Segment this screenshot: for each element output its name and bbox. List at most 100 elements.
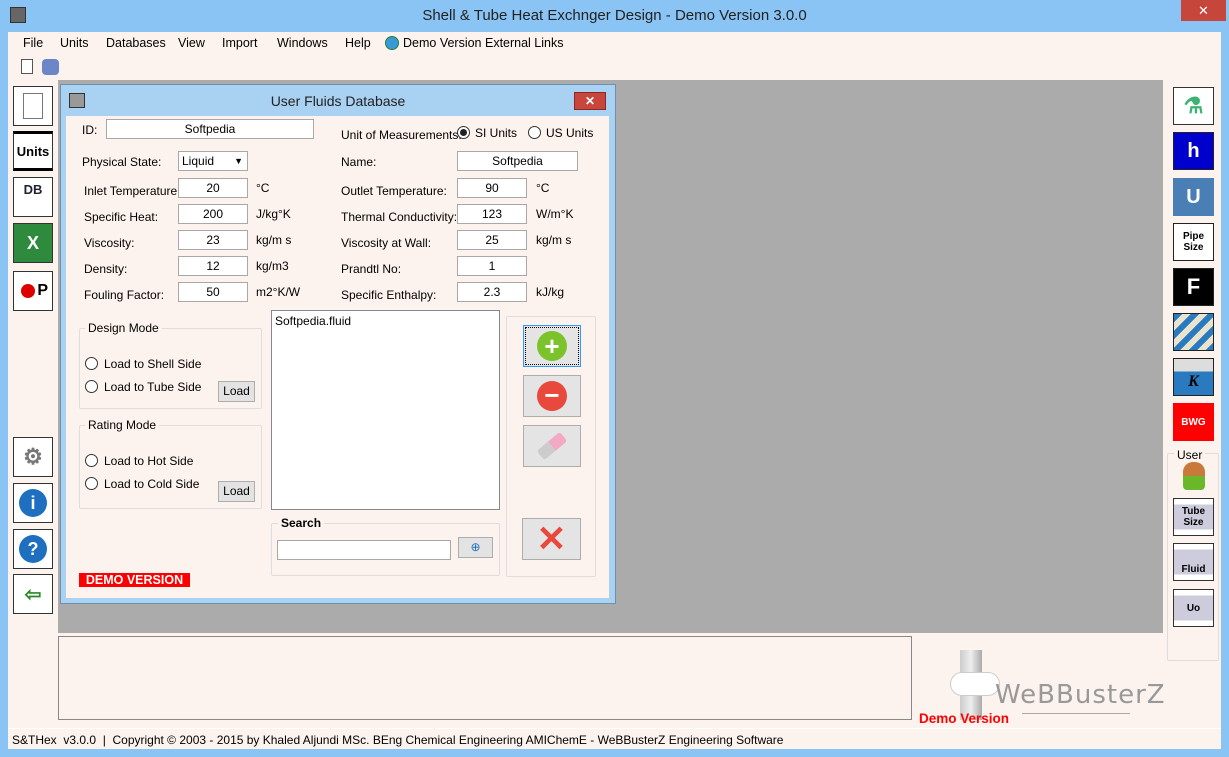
tube-side-label: Load to Tube Side xyxy=(104,380,202,394)
field-label: Thermal Conductivity: xyxy=(341,210,458,224)
zoom-search-icon: ⊕ xyxy=(470,540,481,554)
field-label: Fouling Factor: xyxy=(84,288,165,302)
field-unit: kJ/kg xyxy=(536,285,565,299)
help-db-icon[interactable] xyxy=(42,59,59,75)
info-icon: i xyxy=(19,489,47,517)
chevron-down-icon: ▼ xyxy=(234,156,243,166)
shell-side-radio[interactable] xyxy=(85,357,98,370)
window-title: Shell & Tube Heat Exchnger Design - Demo… xyxy=(422,7,807,24)
us-units-radio[interactable] xyxy=(528,126,541,139)
field-input[interactable]: 2.3 xyxy=(457,282,527,302)
remove-button[interactable]: − xyxy=(523,375,581,417)
exit-button[interactable]: ⇦ xyxy=(13,574,53,614)
field-input[interactable]: 12 xyxy=(178,256,248,276)
u-button[interactable]: U xyxy=(1173,178,1214,216)
pressure-button[interactable]: P xyxy=(13,271,53,311)
dialog-title: User Fluids Database xyxy=(270,93,406,109)
units-button[interactable]: Units xyxy=(13,131,53,171)
add-button[interactable]: + xyxy=(523,325,581,367)
rating-mode-title: Rating Mode xyxy=(85,418,160,432)
user-title: User xyxy=(1174,448,1206,462)
field-label: Viscosity at Wall: xyxy=(341,236,432,250)
field-input[interactable]: 20 xyxy=(178,178,248,198)
eraser-icon xyxy=(536,431,568,461)
search-button[interactable]: ⊕ xyxy=(458,537,493,558)
output-panel[interactable] xyxy=(58,636,912,720)
menu-view[interactable]: View xyxy=(178,36,205,50)
field-input[interactable]: 50 xyxy=(178,282,248,302)
dialog-close-button[interactable]: ✕ xyxy=(574,92,606,110)
info-button[interactable]: i xyxy=(13,483,53,523)
close-button[interactable]: ✕ xyxy=(1181,0,1226,21)
pipe-size-button[interactable]: Pipe Size xyxy=(1173,223,1214,261)
field-input[interactable]: 1 xyxy=(457,256,527,276)
pressure-icon xyxy=(21,284,36,298)
demo-version-badge: DEMO VERSION xyxy=(79,573,190,587)
field-input[interactable]: 200 xyxy=(178,204,248,224)
field-label: Prandtl No: xyxy=(341,262,402,276)
list-item[interactable]: Softpedia.fluid xyxy=(275,314,496,328)
bwg-button[interactable]: BWG xyxy=(1173,403,1214,441)
minus-icon: − xyxy=(537,381,567,411)
field-label: Specific Heat: xyxy=(84,210,159,224)
hot-side-label: Load to Hot Side xyxy=(104,454,194,468)
db-button[interactable]: DB xyxy=(13,177,53,217)
flask-icon: ⚗ xyxy=(1183,93,1204,118)
status-divider xyxy=(8,728,1221,729)
field-label: Viscosity: xyxy=(84,236,135,250)
menu-windows[interactable]: Windows xyxy=(277,36,328,50)
search-title: Search xyxy=(278,516,325,530)
rating-load-button[interactable]: Load xyxy=(218,481,255,502)
excel-button[interactable]: X xyxy=(13,223,53,263)
field-label: Specific Enthalpy: xyxy=(341,288,437,302)
si-units-radio[interactable] xyxy=(457,126,470,139)
f-button[interactable]: F xyxy=(1173,268,1214,306)
menu-units[interactable]: Units xyxy=(60,36,88,50)
tube-side-radio[interactable] xyxy=(85,380,98,393)
new-document-icon[interactable] xyxy=(21,59,33,74)
field-input[interactable]: 23 xyxy=(178,230,248,250)
user-icon[interactable] xyxy=(1183,462,1205,490)
state-select[interactable]: Liquid ▼ xyxy=(178,151,248,171)
design-load-button[interactable]: Load xyxy=(218,381,255,402)
design-mode-title: Design Mode xyxy=(85,321,162,335)
settings-button[interactable]: ⚙ xyxy=(13,437,53,477)
field-unit: m2°K/W xyxy=(256,285,301,299)
search-input[interactable] xyxy=(277,540,451,560)
field-input[interactable]: 25 xyxy=(457,230,527,250)
menu-help[interactable]: Help xyxy=(345,36,371,50)
tube-layout-button[interactable] xyxy=(1173,313,1214,351)
logo-underline xyxy=(1022,713,1130,714)
menu-databases[interactable]: Databases xyxy=(106,36,166,50)
state-value: Liquid xyxy=(182,154,215,168)
field-input[interactable]: 90 xyxy=(457,178,527,198)
help-icon: ? xyxy=(19,535,47,563)
unit-label: Unit of Measurements: xyxy=(341,128,462,142)
p-label: P xyxy=(37,282,48,299)
menu-file[interactable]: File xyxy=(23,36,43,50)
fluid-button[interactable]: Fluid xyxy=(1173,543,1214,581)
field-unit: kg/m s xyxy=(256,233,292,247)
field-unit: W/m°K xyxy=(536,207,574,221)
clear-button[interactable] xyxy=(523,425,581,467)
field-unit: °C xyxy=(256,181,270,195)
hot-side-radio[interactable] xyxy=(85,454,98,467)
cold-side-radio[interactable] xyxy=(85,477,98,490)
close-dialog-button[interactable]: ✕ xyxy=(522,518,581,560)
k-button[interactable]: K xyxy=(1173,358,1214,396)
menu-external-links[interactable]: Demo Version External Links xyxy=(403,36,564,50)
flask-button[interactable]: ⚗ xyxy=(1173,87,1214,125)
uo-button[interactable]: Uo xyxy=(1173,589,1214,627)
field-input[interactable]: 123 xyxy=(457,204,527,224)
id-input[interactable]: Softpedia xyxy=(106,119,314,139)
help-button[interactable]: ? xyxy=(13,529,53,569)
field-unit: °C xyxy=(536,181,550,195)
menu-import[interactable]: Import xyxy=(222,36,257,50)
state-label: Physical State: xyxy=(82,155,162,169)
name-input[interactable]: Softpedia xyxy=(457,151,578,171)
field-label: Density: xyxy=(84,262,128,276)
fluid-file-list[interactable]: Softpedia.fluid xyxy=(271,310,500,510)
new-project-button[interactable] xyxy=(13,86,53,126)
tube-size-button[interactable]: Tube Size xyxy=(1173,498,1214,536)
h-button[interactable]: h xyxy=(1173,132,1214,170)
